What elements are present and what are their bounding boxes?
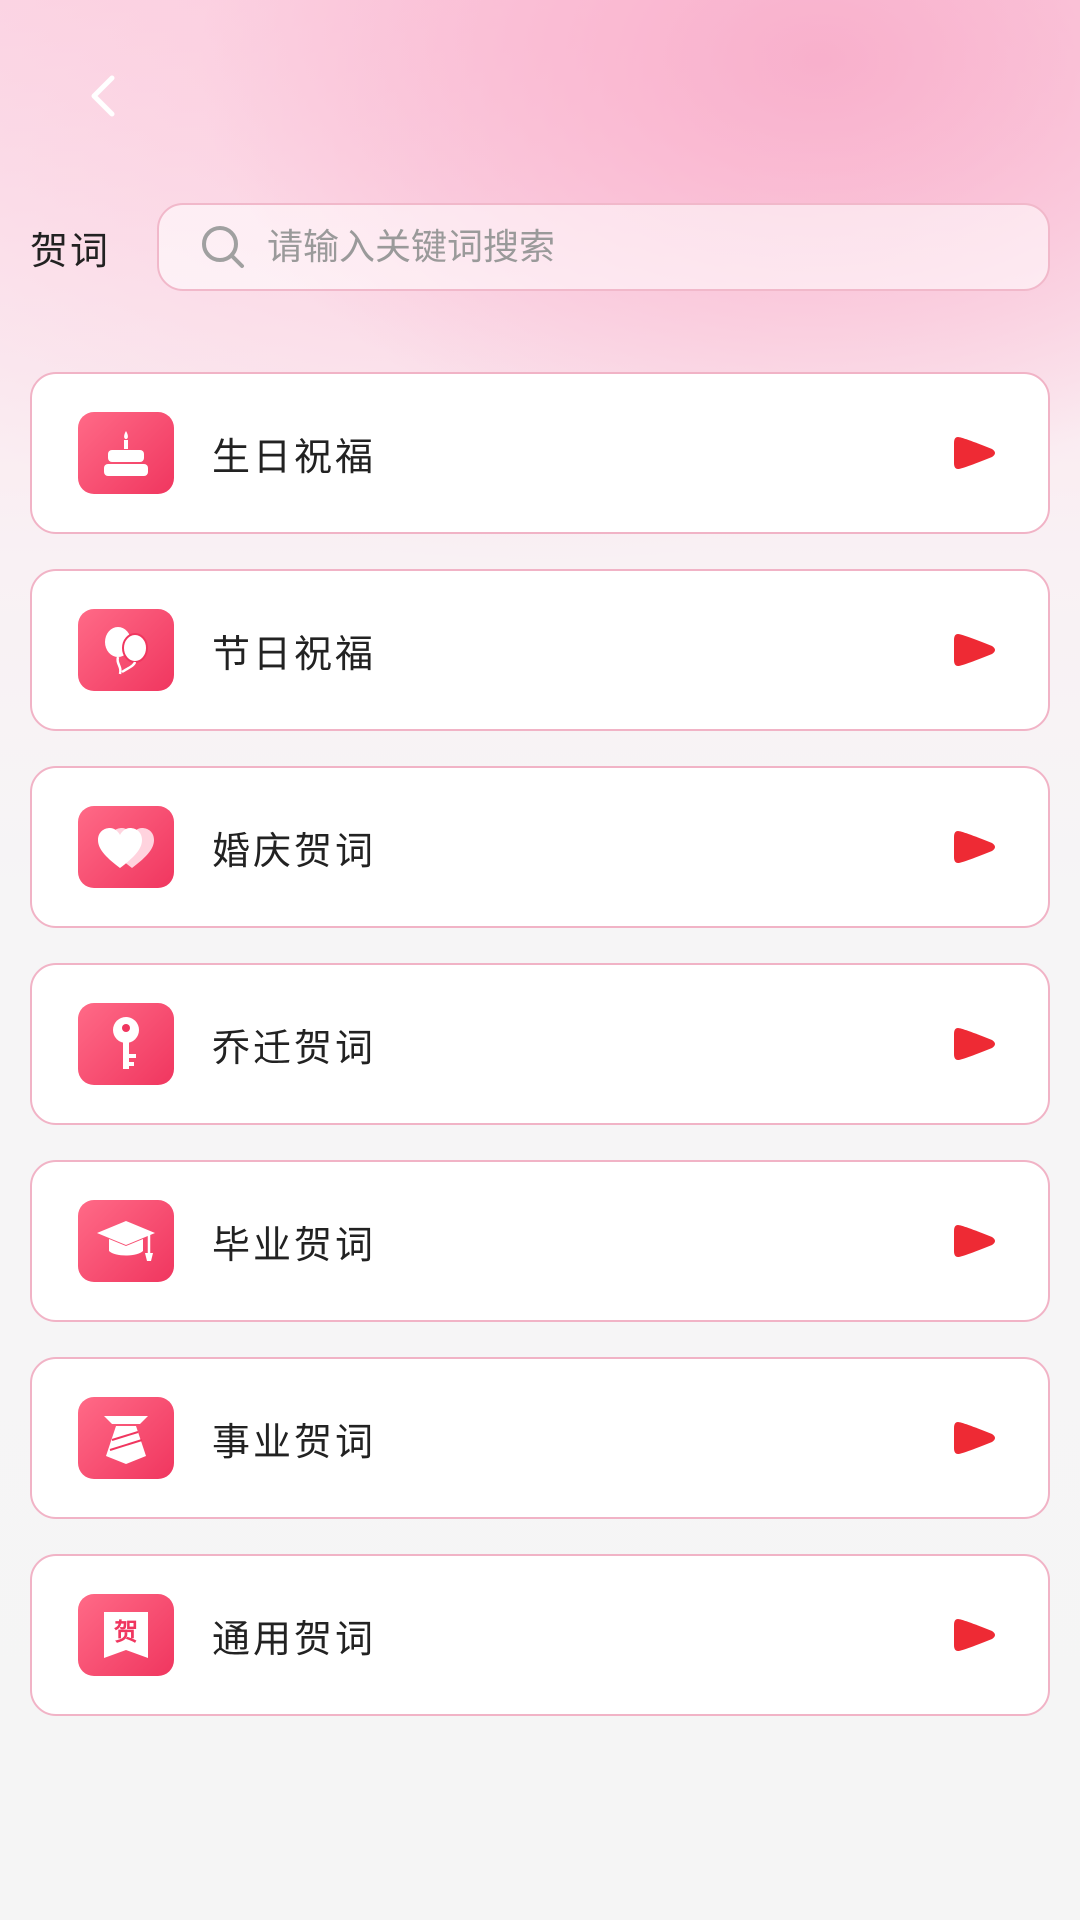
play-icon — [952, 630, 998, 670]
play-icon — [952, 433, 998, 473]
double-heart-icon — [78, 806, 174, 888]
chevron-left-icon — [91, 75, 115, 117]
category-list: 生日祝福 节日祝福 婚庆贺词 乔迁贺词 毕业贺词 事业贺词 贺 通用贺词 — [30, 372, 1050, 1751]
category-item-holiday[interactable]: 节日祝福 — [30, 569, 1050, 731]
he-character-icon: 贺 — [78, 1594, 174, 1676]
play-icon — [952, 1418, 998, 1458]
category-item-housewarming[interactable]: 乔迁贺词 — [30, 963, 1050, 1125]
birthday-cake-icon — [78, 412, 174, 494]
search-bar: 贺词 — [30, 202, 1050, 292]
play-icon — [952, 1221, 998, 1261]
category-label: 节日祝福 — [212, 631, 377, 676]
category-label: 通用贺词 — [212, 1616, 377, 1661]
search-label: 贺词 — [30, 228, 111, 273]
balloons-icon — [78, 609, 174, 691]
category-item-wedding[interactable]: 婚庆贺词 — [30, 766, 1050, 928]
category-item-career[interactable]: 事业贺词 — [30, 1357, 1050, 1519]
search-box[interactable] — [157, 203, 1050, 291]
category-label: 生日祝福 — [212, 434, 377, 479]
he-character-text: 贺 — [114, 1618, 138, 1646]
key-icon — [78, 1003, 174, 1085]
category-label: 乔迁贺词 — [212, 1025, 377, 1070]
play-icon — [952, 827, 998, 867]
category-item-birthday[interactable]: 生日祝福 — [30, 372, 1050, 534]
play-icon — [952, 1615, 998, 1655]
category-label: 毕业贺词 — [212, 1222, 377, 1267]
category-label: 事业贺词 — [212, 1419, 377, 1464]
category-item-general[interactable]: 贺 通用贺词 — [30, 1554, 1050, 1716]
search-input[interactable] — [267, 207, 1048, 287]
search-icon — [199, 223, 247, 271]
back-button[interactable] — [72, 64, 136, 128]
category-item-graduation[interactable]: 毕业贺词 — [30, 1160, 1050, 1322]
graduation-cap-icon — [78, 1200, 174, 1282]
category-label: 婚庆贺词 — [212, 828, 377, 873]
play-icon — [952, 1024, 998, 1064]
necktie-icon — [78, 1397, 174, 1479]
